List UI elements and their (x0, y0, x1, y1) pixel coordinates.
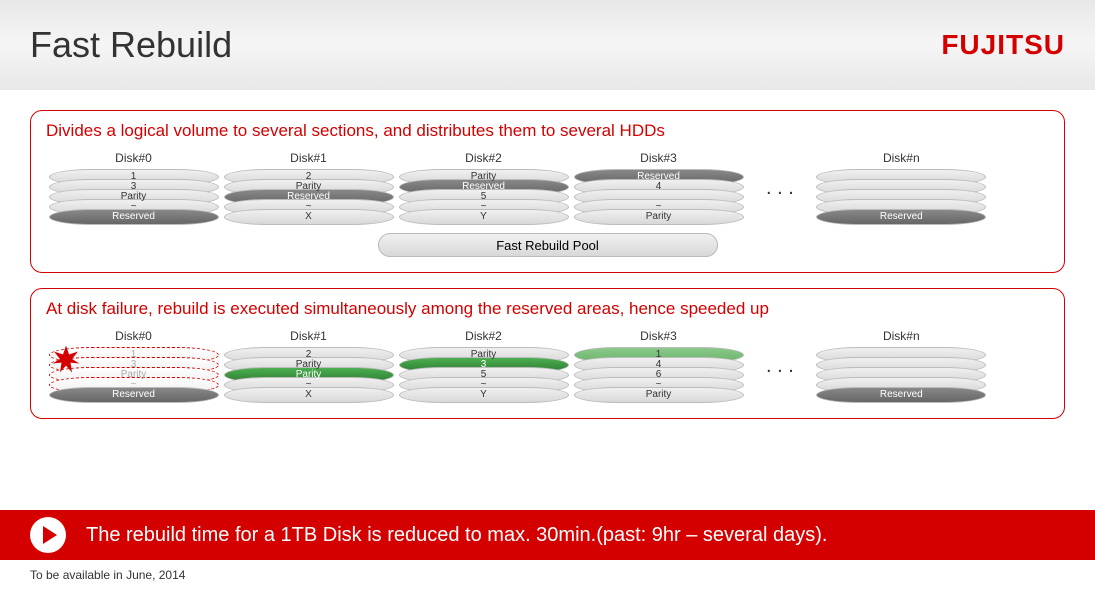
section-distribute: Divides a logical volume to several sect… (30, 110, 1065, 273)
fujitsu-logo: FUJITSU (941, 29, 1065, 61)
fast-rebuild-pool: Fast Rebuild Pool (378, 233, 718, 257)
disk-label: Disk#1 (290, 151, 327, 165)
disk-stack: 13Parity~Reserved (49, 169, 219, 225)
disk-layer: Y (399, 209, 569, 225)
disk-layer-text: Parity (646, 390, 672, 400)
disk-label: Disk#n (883, 329, 920, 343)
disks-row-1: Disk#0 13Parity~Reserved Disk#1 2ParityRese… (46, 151, 1049, 225)
disk-stack: ParityReserved5~Y (399, 169, 569, 225)
disk-label: Disk#1 (290, 329, 327, 343)
disk: Disk#2 ParityReserved5~Y (396, 151, 571, 225)
disk-layer: Parity (574, 209, 744, 225)
disk: Disk#0 13Parity~Reserved (46, 151, 221, 225)
footnote: To be available in June, 2014 (30, 568, 185, 582)
disk: Disk#n Reserved (814, 151, 989, 225)
page-title: Fast Rebuild (30, 24, 232, 66)
disk-layer: X (224, 387, 394, 403)
disk: Disk#1 2ParityParity~X (221, 329, 396, 403)
disk-layer-text: X (305, 212, 312, 222)
disk-label: Disk#0 (115, 151, 152, 165)
disk-layer: Y (399, 387, 569, 403)
disk-layer: Reserved (816, 387, 986, 403)
disk-layer-text: Y (480, 390, 487, 400)
disks-row-2: Disk#013Parity~Reserved Disk#1 2ParityPari… (46, 329, 1049, 403)
failure-burst-icon (51, 344, 81, 374)
disk: Disk#n Reserved (814, 329, 989, 403)
disk-layer-text: Reserved (880, 212, 923, 222)
disk-label: Disk#2 (465, 329, 502, 343)
disk-label: Disk#3 (640, 329, 677, 343)
disk: Disk#013Parity~Reserved (46, 329, 221, 403)
disk-layer-text: Reserved (112, 390, 155, 400)
disk-layer-text: Reserved (880, 390, 923, 400)
disk: Disk#1 2ParityReserved~X (221, 151, 396, 225)
ellipsis: . . . (766, 355, 794, 378)
disk-label: Disk#n (883, 151, 920, 165)
disk: Disk#3 Reserved4~Parity (571, 151, 746, 225)
disk-stack: Reserved (816, 347, 986, 403)
section-title-2: At disk failure, rebuild is executed sim… (46, 299, 1049, 319)
disk-layer-text: X (305, 390, 312, 400)
footer-bar: The rebuild time for a 1TB Disk is reduc… (0, 510, 1095, 560)
disk-layer: Reserved (49, 387, 219, 403)
disk-stack: 2ParityParity~X (224, 347, 394, 403)
content: Divides a logical volume to several sect… (0, 90, 1095, 419)
disk-label: Disk#0 (115, 329, 152, 343)
disk-layer-text: Reserved (112, 212, 155, 222)
disk-stack: Parity35~Y (399, 347, 569, 403)
disk-label: Disk#2 (465, 151, 502, 165)
disk: Disk#2 Parity35~Y (396, 329, 571, 403)
play-icon (30, 517, 66, 553)
disk-layer: Reserved (49, 209, 219, 225)
disk-stack: 2ParityReserved~X (224, 169, 394, 225)
section-rebuild: At disk failure, rebuild is executed sim… (30, 288, 1065, 419)
disk-layer: Parity (574, 387, 744, 403)
disk-stack: Reserved (816, 169, 986, 225)
disk-stack: Reserved4~Parity (574, 169, 744, 225)
disk: Disk#3 146~Parity (571, 329, 746, 403)
header: Fast Rebuild FUJITSU (0, 0, 1095, 90)
disk-layer-text: 4 (656, 182, 662, 192)
disk-stack: 146~Parity (574, 347, 744, 403)
ellipsis: . . . (766, 177, 794, 200)
disk-layer-text: Y (480, 212, 487, 222)
disk-label: Disk#3 (640, 151, 677, 165)
footer-text: The rebuild time for a 1TB Disk is reduc… (86, 524, 827, 547)
disk-layer-text: Parity (646, 212, 672, 222)
disk-layer: X (224, 209, 394, 225)
section-title-1: Divides a logical volume to several sect… (46, 121, 1049, 141)
disk-layer: Reserved (816, 209, 986, 225)
